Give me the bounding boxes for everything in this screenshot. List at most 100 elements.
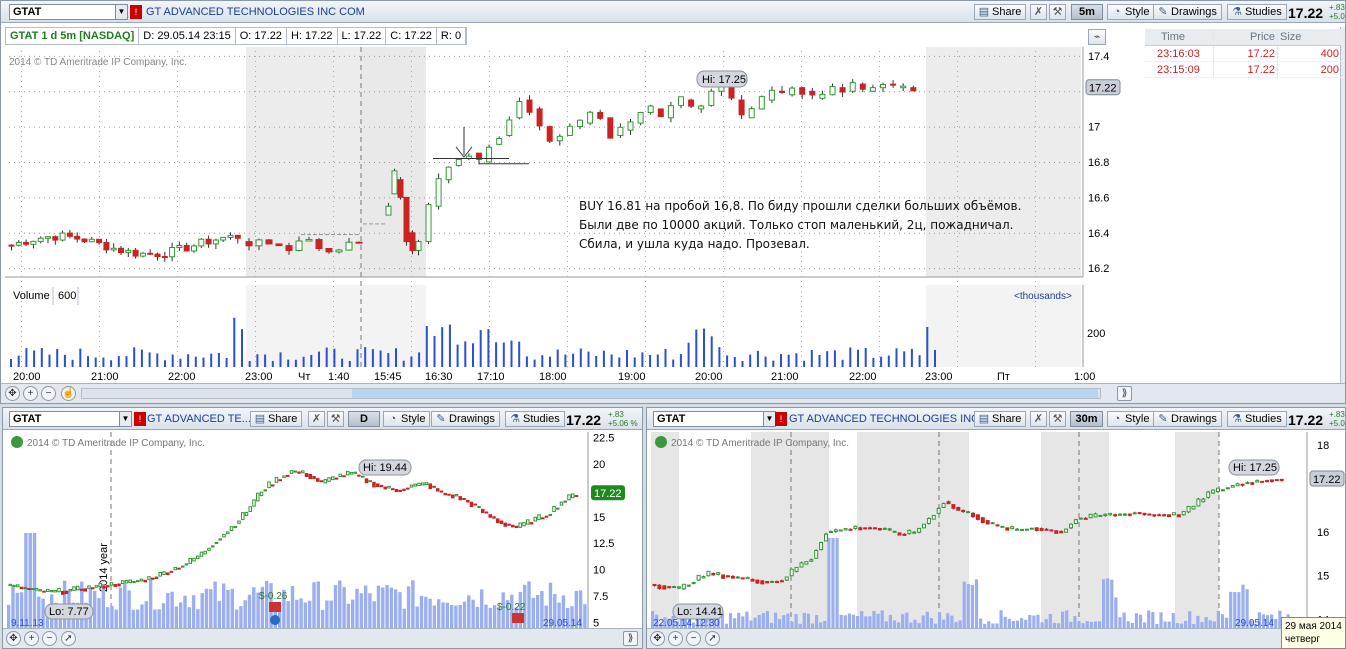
zoom-out-icon[interactable]: − [42, 631, 57, 646]
aggregation-button[interactable]: 5m [1071, 4, 1103, 20]
drawings-button[interactable]: ✎ Drawings [1153, 4, 1222, 20]
symbol-input[interactable] [653, 411, 765, 427]
share-button[interactable]: ▤ Share [250, 411, 303, 427]
grid-dot [1035, 136, 1036, 137]
grid-dot [177, 181, 178, 182]
grid-dot [789, 268, 790, 270]
grid-dot [99, 216, 100, 217]
zoom-out-icon[interactable]: − [41, 386, 56, 401]
grid-dot [1035, 311, 1036, 312]
scroll-right-icon[interactable]: ⟫ [1117, 386, 1132, 401]
scroll-thumb[interactable] [352, 389, 1098, 398]
grid-dot [957, 271, 958, 272]
grid-dot [801, 151, 802, 152]
share-button[interactable]: ▤ Share [974, 4, 1027, 20]
studies-button[interactable]: ⚗ Studies [1227, 411, 1287, 427]
table-row[interactable]: 23:15:09 17.22 200 [1145, 62, 1341, 78]
grid-dot [424, 268, 425, 270]
note-line: BUY 16.81 на пробой 16,8. По биду прошли… [579, 199, 1022, 213]
grid-dot [489, 81, 490, 82]
chart-settings-icon[interactable]: ⌁ [1088, 29, 1106, 45]
volume-bar [1106, 578, 1110, 628]
hand-icon[interactable]: ☝ [61, 386, 76, 401]
grid-dot [489, 141, 490, 142]
drawings-button[interactable]: ✎ Drawings [431, 411, 500, 427]
share-button[interactable]: ▤ Share [974, 411, 1027, 427]
tools-icon[interactable]: ✗ [308, 411, 325, 427]
style-button[interactable]: ◔ Style [383, 411, 431, 427]
flag-icon[interactable]: ! [775, 412, 787, 426]
pointer-icon[interactable]: ➚ [705, 631, 720, 646]
grid-dot [559, 197, 560, 199]
grid-dot [567, 136, 568, 137]
candle [1260, 480, 1265, 483]
symbol-dropdown[interactable]: ▼ [115, 4, 128, 20]
grid-dot [489, 306, 490, 307]
pan-icon[interactable]: ✥ [6, 631, 21, 646]
zoom-in-icon[interactable]: + [23, 386, 38, 401]
daily-price-chart[interactable]: 2014 year2014 © TD Ameritrade IP Company… [3, 432, 643, 628]
symbol-input[interactable] [9, 411, 121, 427]
grid-dot [567, 201, 568, 202]
grid-dot [177, 276, 178, 277]
volume-bar [458, 604, 462, 628]
symbol-dropdown[interactable]: ▼ [119, 411, 132, 427]
pointer-icon[interactable]: ➚ [61, 631, 76, 646]
flag-icon[interactable]: ! [130, 5, 142, 19]
candle [259, 491, 264, 497]
time-sales-scrollbar[interactable] [1340, 27, 1345, 385]
wrench-icon[interactable]: ⚒ [327, 411, 344, 427]
aggregation-button[interactable]: 30m [1070, 411, 1103, 427]
scroll-right-icon[interactable]: ⟫ [623, 631, 638, 646]
symbol-input[interactable] [9, 4, 117, 20]
grid-dot [334, 268, 335, 270]
grid-dot [214, 162, 215, 163]
pan-icon[interactable]: ✥ [650, 631, 665, 646]
grid-dot [949, 126, 950, 128]
grid-dot [411, 171, 412, 172]
volume-bar [741, 360, 744, 367]
wrench-icon[interactable]: ⚒ [1049, 411, 1066, 427]
candle [173, 566, 177, 571]
wrench-icon[interactable]: ⚒ [1049, 4, 1066, 20]
volume-bar [488, 607, 492, 628]
drawings-button[interactable]: ✎ Drawings [1153, 411, 1222, 427]
grid-dot [374, 162, 375, 163]
grid-dot [99, 151, 100, 152]
grid-dot [255, 181, 256, 182]
grid-dot [389, 91, 390, 93]
col-price[interactable]: Price [1213, 29, 1277, 45]
col-size[interactable]: Size [1277, 29, 1341, 45]
volume-bar [970, 584, 974, 628]
pan-icon[interactable]: ✥ [5, 386, 20, 401]
tools-icon[interactable]: ✗ [1030, 4, 1047, 20]
info-icon [11, 436, 23, 448]
grid-dot [689, 91, 690, 93]
style-button[interactable]: ◔ Style [1107, 4, 1155, 20]
candle [838, 529, 843, 532]
intraday-price-chart[interactable]: 2014 © TD Ameritrade IP Company, Inc. 181… [647, 432, 1346, 628]
grid-dot [994, 162, 995, 163]
zoom-in-icon[interactable]: + [668, 631, 683, 646]
grid-dot [255, 316, 256, 317]
tools-icon[interactable]: ✗ [1030, 411, 1047, 427]
grid-dot [333, 86, 334, 87]
style-button[interactable]: ◔ Style [1107, 411, 1155, 427]
grid-dot [294, 162, 295, 163]
table-row[interactable]: 23:16:03 17.22 400 [1145, 46, 1341, 62]
flag-icon[interactable]: ! [134, 412, 146, 426]
grid-dot [24, 197, 25, 199]
last-price: 17.22 [1288, 5, 1324, 21]
studies-button[interactable]: ⚗ Studies [505, 411, 565, 427]
grid-dot [1035, 171, 1036, 172]
aggregation-button[interactable]: D [348, 411, 380, 427]
zoom-in-icon[interactable]: + [24, 631, 39, 646]
col-time[interactable]: Time [1145, 29, 1213, 45]
candle [1132, 512, 1137, 515]
zoom-out-icon[interactable]: − [686, 631, 701, 646]
grid-dot [584, 268, 585, 270]
studies-button[interactable]: ⚗ Studies [1227, 4, 1287, 20]
time-scrollbar[interactable] [81, 388, 1101, 399]
grid-dot [1035, 361, 1036, 362]
grid-dot [21, 86, 22, 87]
